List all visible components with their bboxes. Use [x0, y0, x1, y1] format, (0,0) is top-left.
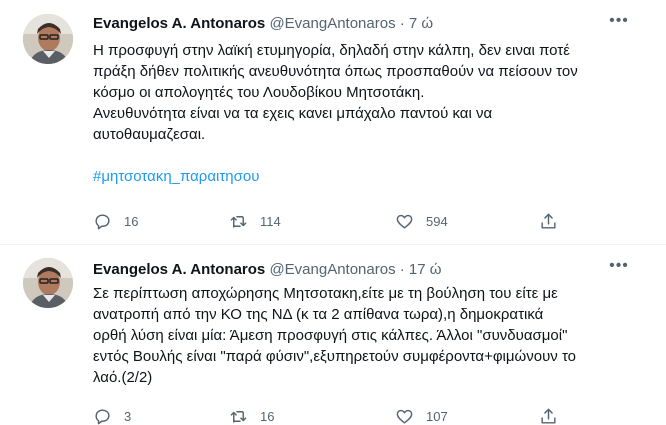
retweet-count: 114	[260, 213, 281, 229]
tweet-text-line: Η προσφυγή στην λαϊκή ετυμηγορία, δηλαδή…	[93, 42, 570, 59]
reply-icon	[95, 213, 110, 229]
author-name[interactable]: Evangelos A. Antonaros	[93, 261, 265, 278]
retweet-icon	[230, 215, 247, 228]
like-icon	[396, 214, 413, 229]
tweet-timestamp[interactable]: 17 ώ	[409, 261, 442, 278]
avatar[interactable]	[23, 14, 73, 64]
tweet-text-line: αυτοθαυμαζεσαι.	[93, 126, 206, 143]
tweet[interactable]: Evangelos A. Antonaros @EvangAntonaros ·…	[0, 246, 666, 425]
reply-count: 3	[124, 408, 132, 424]
retweet-button[interactable]: 16	[229, 404, 274, 425]
separator-dot: ·	[399, 261, 405, 278]
like-button[interactable]: 107	[395, 404, 448, 425]
share-icon	[541, 213, 556, 229]
like-count: 594	[426, 213, 448, 229]
author-handle[interactable]: @EvangAntonaros	[269, 261, 395, 278]
like-icon	[396, 409, 413, 424]
tweet-text-line: ανατροπή από την ΚΟ της ΝΔ (κ τα 2 απίθα…	[93, 306, 544, 323]
tweet-actions: 3 16 107	[93, 404, 573, 425]
tweet-text-line: Ανευθυνότητα είναι να τα εχεις κανει μπά…	[93, 105, 493, 122]
reply-button[interactable]: 3	[93, 404, 131, 425]
retweet-count: 16	[260, 408, 275, 424]
separator-dot: ·	[399, 15, 405, 32]
tweet-header: Evangelos A. Antonaros @EvangAntonaros ·…	[93, 14, 626, 34]
tweet-text-line: ορθή λύση είναι μία: Άμεση προσφυγή στις…	[93, 327, 568, 344]
tweet-timestamp[interactable]: 7 ώ	[409, 15, 433, 32]
author-name[interactable]: Evangelos A. Antonaros	[93, 15, 265, 32]
tweet-text-line: Σε περίπτωση αποχώρησης Μητσοτακη,είτε μ…	[93, 285, 558, 302]
reply-button[interactable]: 16	[93, 209, 138, 233]
share-button[interactable]	[539, 404, 558, 425]
tweet[interactable]: Evangelos A. Antonaros @EvangAntonaros ·…	[0, 0, 666, 245]
tweet-text-line: λαό.(2/2)	[93, 369, 153, 386]
share-button[interactable]	[539, 209, 558, 233]
like-button[interactable]: 594	[395, 209, 448, 233]
avatar[interactable]	[23, 258, 73, 308]
like-count: 107	[426, 408, 448, 424]
retweet-icon	[230, 410, 247, 423]
author-handle[interactable]: @EvangAntonaros	[269, 15, 395, 32]
tweet-text-line: εντός Βουλής είναι "παρά φύσιν",εξυπηρετ…	[93, 348, 577, 365]
more-icon[interactable]: •••	[608, 258, 630, 278]
retweet-button[interactable]: 114	[229, 209, 281, 233]
reply-icon	[95, 408, 110, 424]
hashtag-link[interactable]: #μητσοτακη_παραιτησου	[93, 166, 653, 187]
more-icon[interactable]: •••	[608, 13, 630, 33]
tweet-actions: 16 114 594	[93, 209, 573, 233]
tweet-header: Evangelos A. Antonaros @EvangAntonaros ·…	[93, 260, 626, 280]
tweet-text: Η προσφυγή στην λαϊκή ετυμηγορία, δηλαδή…	[93, 40, 653, 187]
share-icon	[541, 408, 556, 424]
tweet-text-line: πράξη δήθεν πολιτικής ανευθυνότητα όπως …	[93, 63, 578, 80]
tweet-text: Σε περίπτωση αποχώρησης Μητσοτακη,είτε μ…	[93, 283, 653, 388]
reply-count: 16	[124, 213, 139, 229]
tweet-text-line: κόσμο οι απολογητές του Λουδοβίκου Μητσο…	[93, 84, 425, 101]
